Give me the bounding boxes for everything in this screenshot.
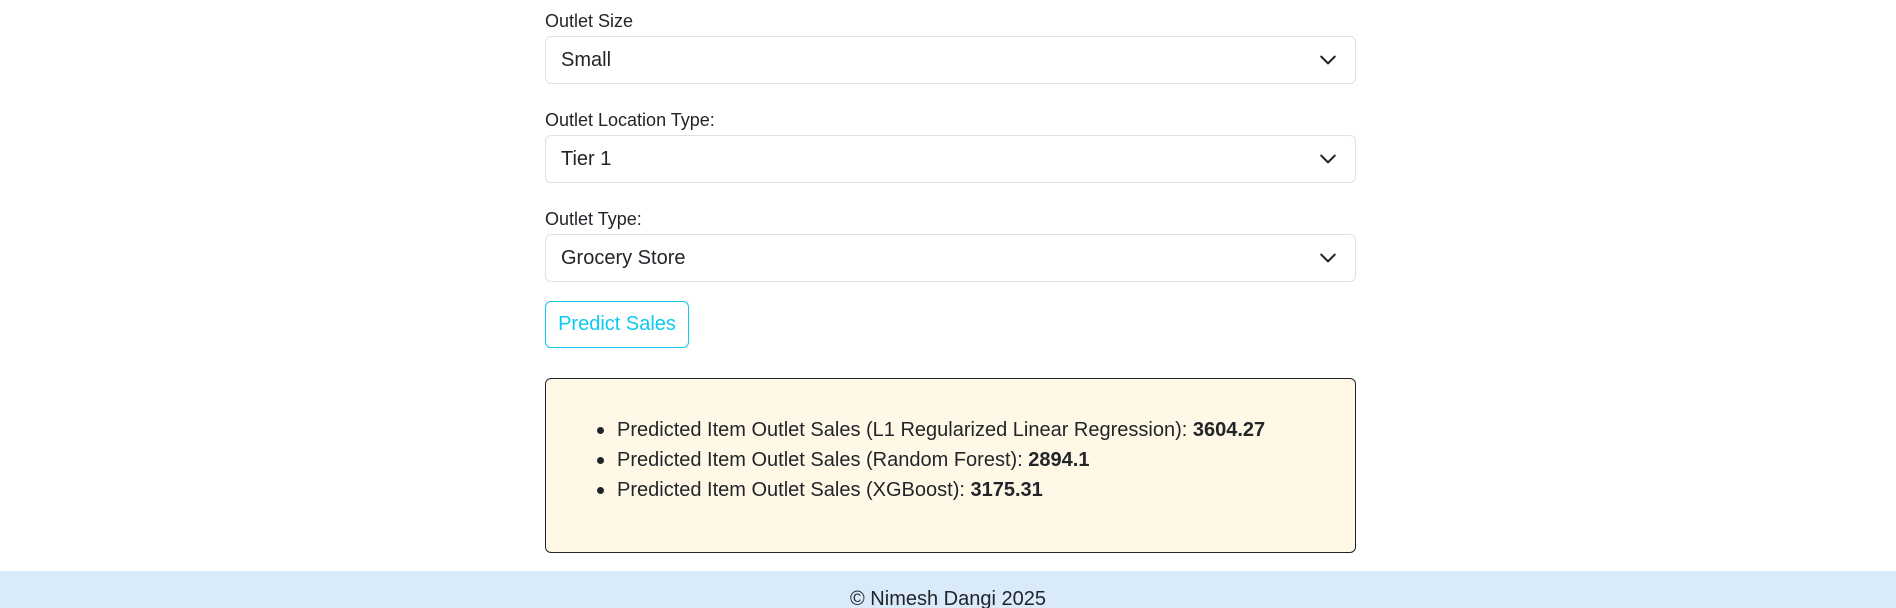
- outlet-location-type-select[interactable]: Tier 1: [545, 135, 1356, 183]
- outlet-size-value: Small: [561, 48, 612, 71]
- prediction-results: Predicted Item Outlet Sales (L1 Regulari…: [545, 378, 1356, 553]
- outlet-location-type-value: Tier 1: [561, 147, 612, 170]
- chevron-down-icon: [1319, 51, 1337, 69]
- outlet-type-value: Grocery Store: [561, 246, 686, 269]
- outlet-location-type-label: Outlet Location Type:: [545, 110, 715, 130]
- result-label: Predicted Item Outlet Sales (L1 Regulari…: [617, 419, 1193, 441]
- result-value: 3604.27: [1192, 419, 1266, 441]
- outlet-size-select[interactable]: Small: [545, 36, 1356, 84]
- outlet-size-label: Outlet Size: [545, 11, 634, 31]
- chevron-down-icon: [1319, 249, 1337, 267]
- result-label: Predicted Item Outlet Sales (XGBoost):: [617, 479, 971, 501]
- result-value: 2894.1: [1028, 449, 1090, 471]
- outlet-type-label: Outlet Type:: [545, 209, 642, 229]
- footer: © Nimesh Dangi 2025: [0, 571, 1896, 608]
- chevron-down-icon: [1319, 150, 1337, 168]
- page: Outlet Size Small Outlet Location Type: …: [0, 0, 1896, 608]
- result-item-l1-regression: Predicted Item Outlet Sales (L1 Regulari…: [596, 415, 1266, 445]
- results-list: Predicted Item Outlet Sales (L1 Regulari…: [596, 415, 1266, 505]
- footer-copyright: © Nimesh Dangi 2025: [850, 588, 1046, 608]
- result-item-random-forest: Predicted Item Outlet Sales (Random Fore…: [596, 445, 1265, 475]
- result-value: 3175.31: [970, 479, 1043, 501]
- result-label: Predicted Item Outlet Sales (Random Fore…: [617, 449, 1029, 471]
- result-item-xgboost: Predicted Item Outlet Sales (XGBoost): 3…: [596, 475, 1265, 505]
- predict-sales-button[interactable]: Predict Sales: [545, 301, 689, 348]
- outlet-type-select[interactable]: Grocery Store: [545, 234, 1356, 282]
